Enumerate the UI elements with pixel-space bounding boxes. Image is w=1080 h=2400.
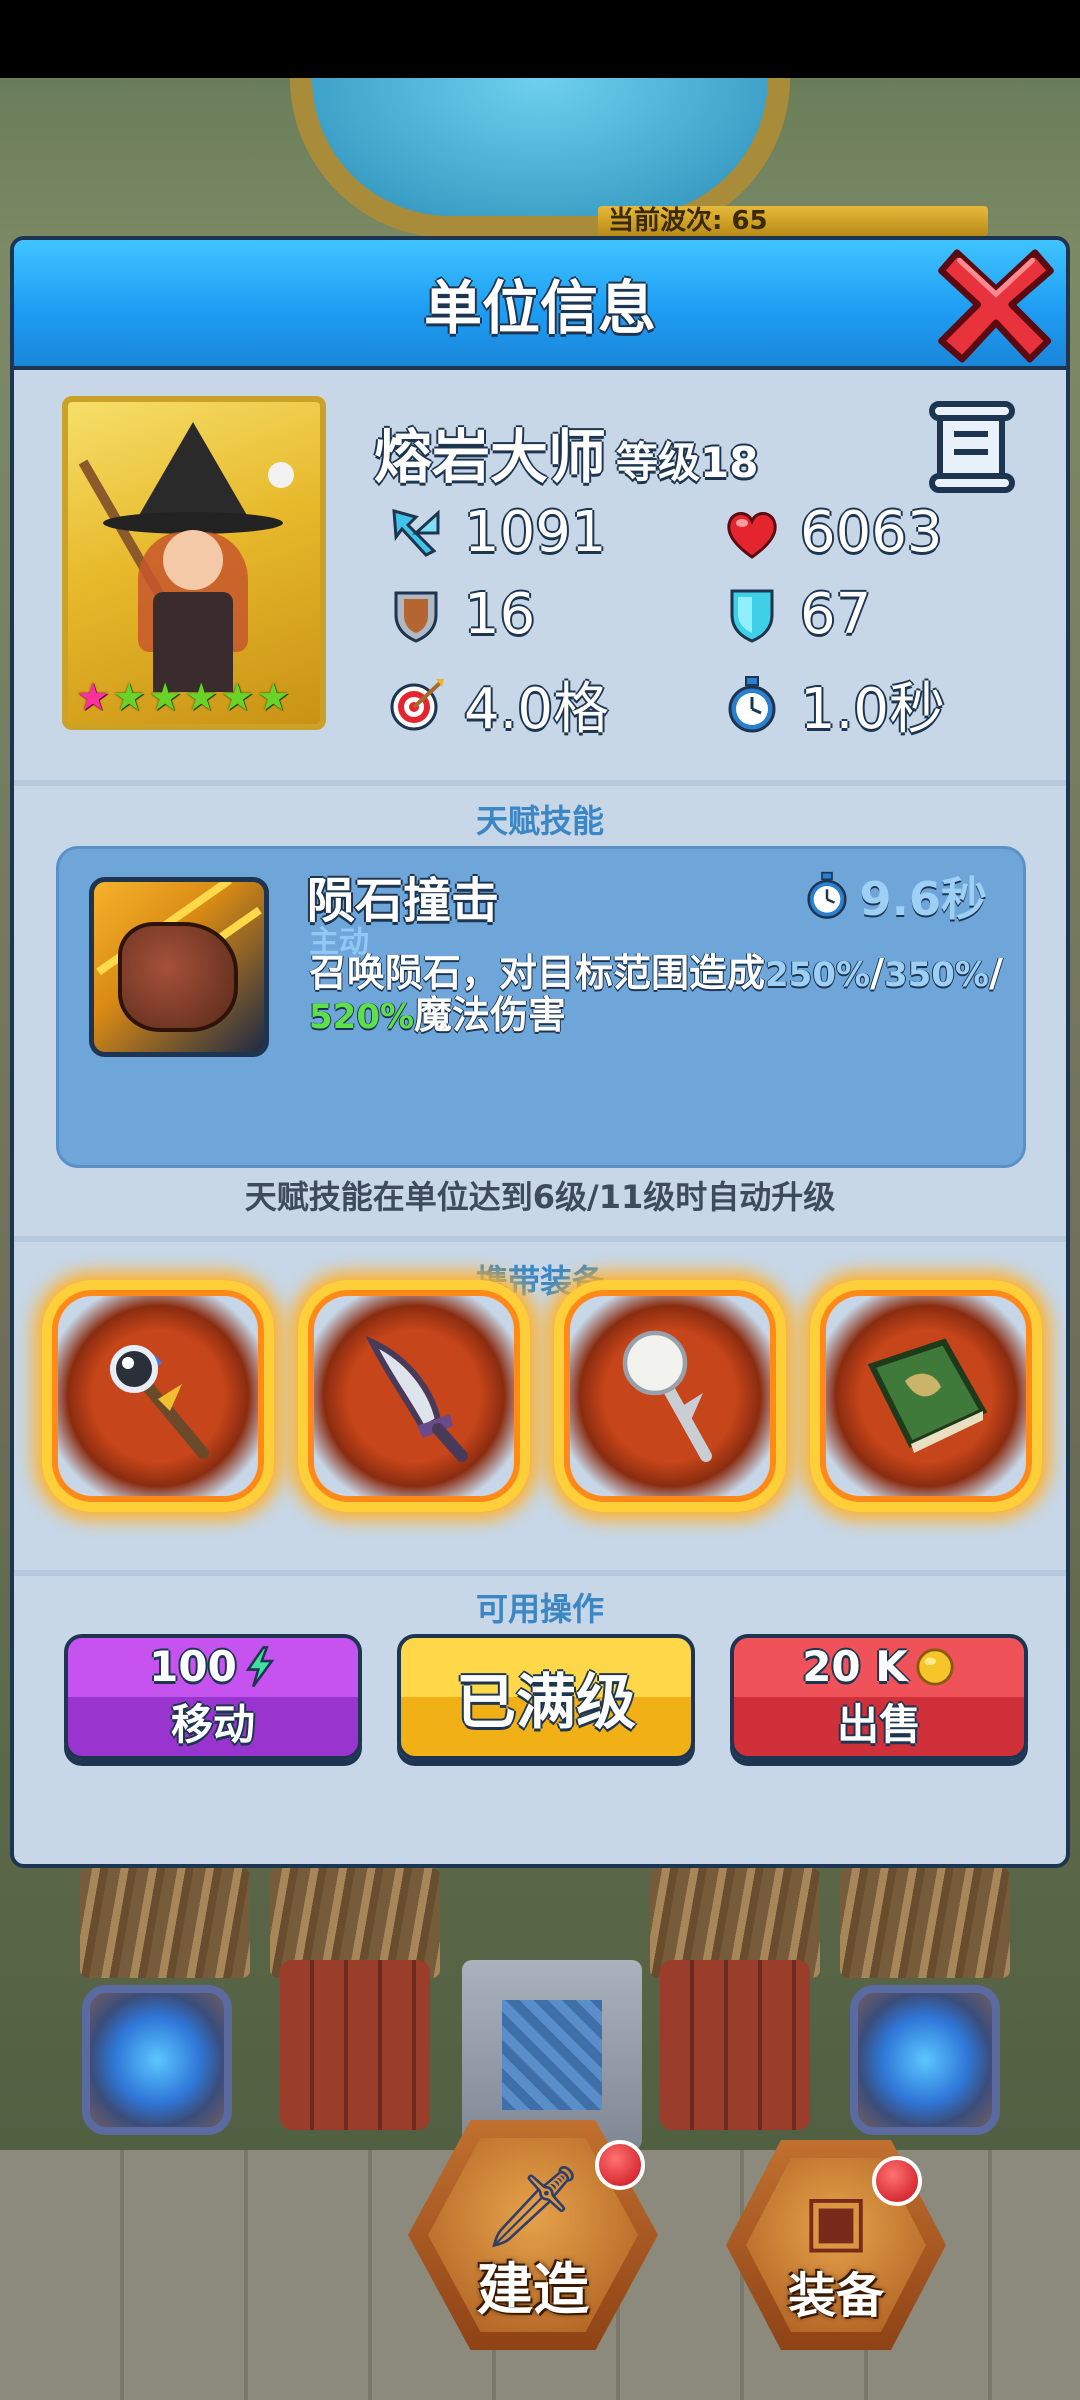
gold-coin-icon [916,1647,954,1686]
magic-shield-icon [722,585,782,645]
stopwatch-icon [806,871,847,919]
actions-section-title: 可用操作 [475,1590,604,1628]
portal-left [82,1985,232,2135]
stat-attack-speed: 1.0秒 [722,664,945,745]
unit-name-line: 熔岩大师 等级18 [374,410,758,494]
sell-label: 出售 [836,1700,921,1749]
max-level-label: 已满级 [456,1667,636,1738]
move-button[interactable]: 100 移动 [64,1634,362,1760]
skill-pct-3: 520% [309,997,415,1037]
equipment-slot-4[interactable] [810,1280,1042,1512]
skull [268,462,294,488]
star-icon: ★ [184,675,219,719]
spellbook-icon [867,1338,988,1453]
sword-icon: 🗡 [482,2160,584,2254]
stat-magic-resist: 67 [722,582,871,647]
unit-details-button[interactable] [922,396,1022,496]
tower-right [660,1960,810,2130]
stat-attack: 1091 [386,500,607,565]
section-divider [14,780,1066,786]
unit-summary: ★ ★ ★ ★ ★ ★ 熔岩大师 等级18 1091 6063 16 67 4.… [14,370,1066,780]
attack-value: 1091 [464,500,607,565]
stat-armor: 16 [386,582,535,647]
meteor-rock [118,922,238,1032]
orb-staff-icon [108,1345,209,1459]
skill-card: 陨石撞击 主动 9.6秒 召唤陨石，对目标范围造成250%/350%/520%魔… [56,846,1026,1168]
skill-pct-2: 350% [883,955,989,995]
skill-desc-prefix: 召唤陨石，对目标范围造成 [309,951,766,995]
skill-description: 召唤陨石，对目标范围造成250%/350%/520%魔法伤害 [309,953,1019,1037]
star-icon: ★ [148,675,183,719]
attack-speed-value: 1.0秒 [800,677,946,742]
close-button[interactable] [926,240,1066,372]
section-divider [14,1236,1066,1242]
sell-button[interactable]: 20 K 出售 [730,1634,1028,1760]
max-level-button[interactable]: 已满级 [397,1634,695,1760]
stopwatch-icon [722,675,782,735]
unit-level: 等级18 [616,438,759,487]
attack-icon [386,503,446,563]
magic-resist-value: 67 [800,582,872,647]
unit-name: 熔岩大师 [374,423,607,491]
curved-dagger-icon [365,1335,468,1462]
equipment-slot-2[interactable] [298,1280,530,1512]
star-rating: ★ ★ ★ ★ ★ ★ [76,678,290,716]
star-icon: ★ [76,675,111,719]
star-icon: ★ [256,675,291,719]
meteor-skill-icon [89,877,269,1057]
section-divider [14,1570,1066,1576]
sell-price-value: 20 K [802,1642,908,1691]
move-cost-value: 100 [149,1642,237,1691]
heart-icon [722,503,782,563]
unit-info-modal: 单位信息 ★ ★ ★ ★ ★ ★ 熔岩大师 等级18 1091 6063 16 … [10,236,1070,1868]
fence [80,1868,250,1978]
skill-desc-suffix: 魔法伤害 [414,993,567,1037]
health-value: 6063 [800,500,943,565]
equipment-slot-3[interactable] [554,1280,786,1512]
range-value: 4.0格 [464,677,610,742]
chest-icon: ▣ [802,2178,870,2261]
star-icon: ★ [220,675,255,719]
skill-pct-1: 250% [765,955,871,995]
fence [840,1868,1010,1978]
portal-right [850,1985,1000,2135]
scroll-icon [929,401,1015,493]
talent-upgrade-note: 天赋技能在单位达到6级/11级时自动升级 [244,1178,836,1216]
stat-range: 4.0格 [386,664,609,745]
white-mace-icon [622,1330,712,1462]
action-row: 100 移动 已满级 20 K 出售 [64,1634,1028,1760]
status-bar [0,0,1080,78]
wave-counter: 当前波次: 65 [598,206,988,236]
skill-sep-2: / [989,951,1003,995]
wooden-shield-icon [386,585,446,645]
skill-cooldown-value: 9.6秒 [859,872,988,926]
star-icon: ★ [112,675,147,719]
equip-notification-dot [872,2156,922,2206]
armor-value: 16 [464,582,536,647]
talent-section-title: 天赋技能 [475,802,604,840]
tower-left [280,1960,430,2130]
build-label: 建造 [477,2258,589,2323]
lightning-icon [245,1645,275,1687]
equip-label: 装备 [787,2268,884,2324]
sell-price: 20 K [802,1642,956,1691]
build-notification-dot [595,2140,645,2190]
skill-sep-1: / [870,951,884,995]
equipment-slot-1[interactable] [42,1280,274,1512]
move-label: 移动 [170,1700,255,1749]
skill-cooldown: 9.6秒 [802,863,988,929]
modal-header: 单位信息 [14,240,1066,370]
stat-health: 6063 [722,500,943,565]
close-icon [938,249,1054,363]
witch-face [163,530,223,590]
target-icon [386,675,446,735]
unit-portrait: ★ ★ ★ ★ ★ ★ [62,396,326,730]
modal-title: 单位信息 [423,274,656,342]
witch-hat [138,422,248,517]
equipment-row [42,1280,1042,1512]
move-cost: 100 [149,1642,277,1691]
